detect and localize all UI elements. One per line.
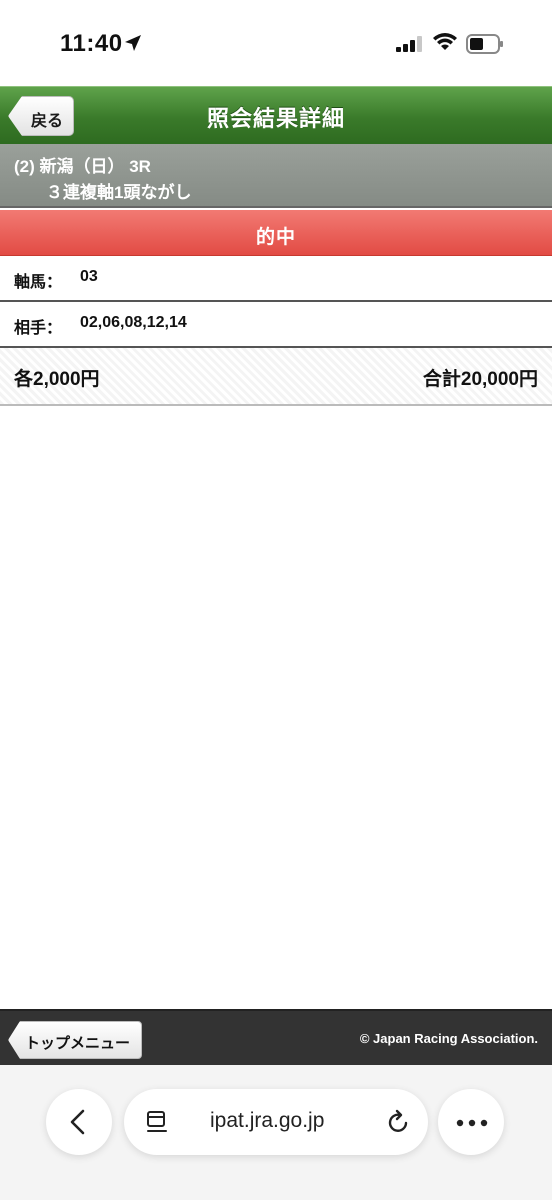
axis-horse-row: 軸馬： 03	[0, 256, 552, 302]
partner-row: 相手： 02,06,08,12,14	[0, 302, 552, 348]
result-banner: 的中	[0, 210, 552, 256]
app-header: 戻る 照会結果詳細	[0, 86, 552, 144]
top-menu-button[interactable]: トップメニュー	[8, 1021, 142, 1059]
chevron-left-icon	[70, 1109, 85, 1135]
battery-icon	[466, 34, 503, 54]
race-venue: (2) 新潟（日） 3R	[14, 157, 151, 176]
bet-type: ３連複軸1頭ながし	[46, 183, 192, 202]
partner-label: 相手：	[14, 320, 63, 337]
browser-toolbar: ipat.jra.go.jp	[0, 1065, 552, 1200]
reload-icon[interactable]	[386, 1109, 412, 1135]
page-title: 照会結果詳細	[206, 106, 345, 131]
amount-each: 各2,000円	[14, 369, 100, 390]
race-info: (2) 新潟（日） 3R ３連複軸1頭ながし	[0, 144, 552, 208]
partner-value: 02,06,08,12,14	[80, 314, 187, 331]
page-menu-icon	[147, 1111, 167, 1132]
address-bar[interactable]: ipat.jra.go.jp	[124, 1089, 428, 1155]
top-menu-label: トップメニュー	[25, 1035, 131, 1052]
amount-row: 各2,000円 合計20,000円	[0, 348, 552, 406]
axis-horse-value: 03	[80, 268, 98, 285]
amount-total: 合計20,000円	[422, 369, 538, 390]
location-arrow-icon	[125, 35, 141, 51]
more-dots-icon	[456, 1119, 488, 1127]
browser-back-button[interactable]	[46, 1089, 112, 1155]
copyright: © Japan Racing Association.	[359, 1031, 538, 1046]
wifi-icon	[433, 33, 457, 50]
footer-bar: トップメニュー © Japan Racing Association.	[0, 1009, 552, 1065]
status-bar: 11:40	[0, 0, 552, 86]
more-options-button[interactable]	[438, 1089, 504, 1155]
url-text: ipat.jra.go.jp	[210, 1109, 325, 1132]
axis-horse-label: 軸馬：	[14, 274, 63, 291]
cellular-signal-icon	[396, 36, 422, 52]
status-time: 11:40	[60, 30, 123, 57]
result-status: 的中	[255, 227, 296, 248]
